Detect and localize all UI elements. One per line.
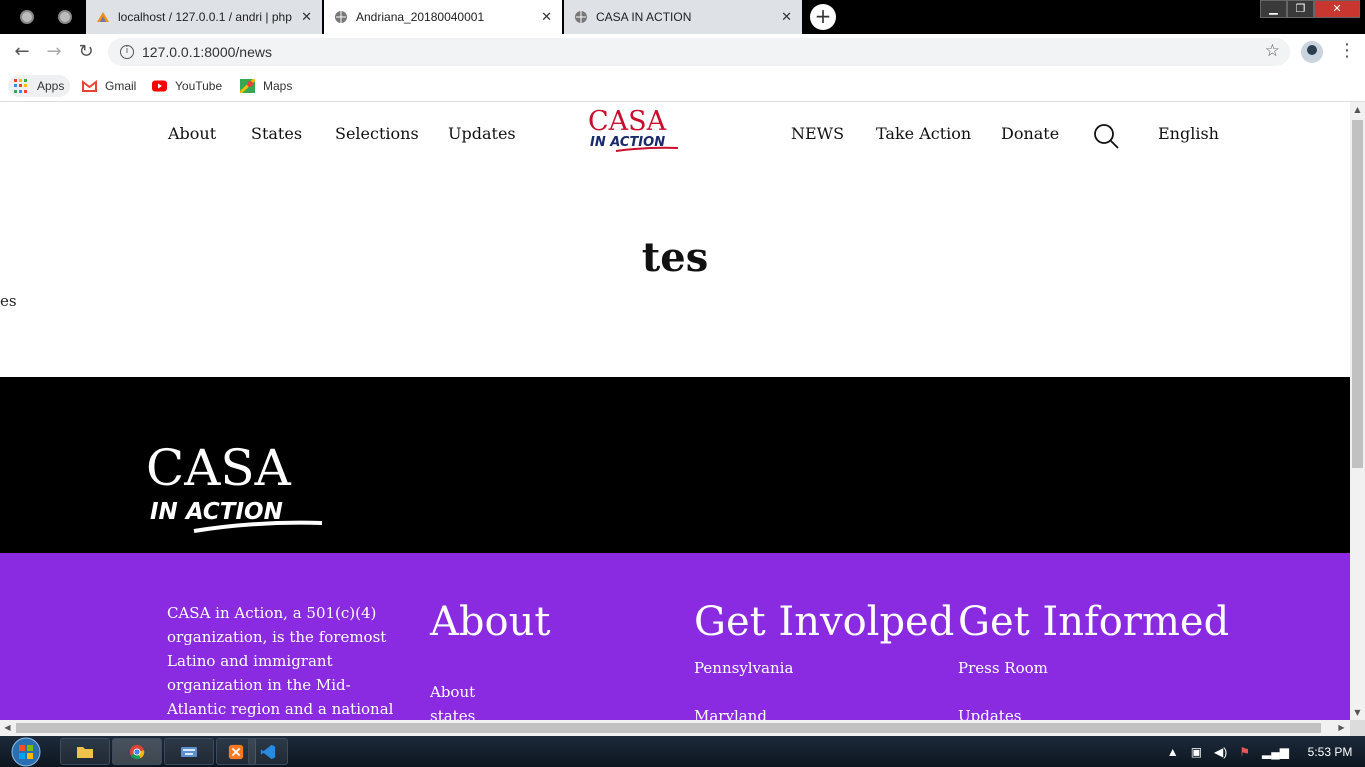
taskbar-explorer[interactable] [60,738,110,765]
nav-selections[interactable]: Selections [335,124,419,143]
scrollbar-corner [1350,720,1365,736]
footer-logo-band: CASA IN ACTION [0,377,1350,553]
bookmark-gmail[interactable]: Gmail [82,75,136,97]
info-icon[interactable]: i [120,45,134,59]
taskbar-keyboard[interactable] [164,738,214,765]
taskbar-vscode[interactable] [248,738,288,765]
youtube-icon [152,80,167,92]
bookmark-label: YouTube [175,79,223,93]
bookmark-youtube[interactable]: YouTube [152,75,222,97]
gmail-icon [82,79,97,92]
footer-logo-casa-text: CASA [146,439,292,497]
logo-casa-text: CASA [588,106,667,137]
tab-andriana[interactable]: Andriana_20180040001 ✕ [324,0,562,34]
profile-avatar[interactable] [1301,41,1323,63]
footer-description: CASA in Action, a 501(c)(4) organization… [167,604,394,718]
minimize-icon[interactable]: ▁ [1260,0,1287,18]
menu-kebab-icon[interactable]: ⋮ [1338,40,1356,61]
tray-device-icon[interactable]: ▣ [1191,745,1202,759]
tab-label: Andriana_20180040001 [356,10,485,24]
footer-logo-in-action-text: IN ACTION [150,499,283,525]
folder-icon [77,746,93,758]
scroll-down-icon[interactable]: ▼ [1350,705,1365,720]
footer-get-involved-heading: Get Involped [694,599,955,645]
scroll-up-icon[interactable]: ▲ [1350,102,1365,117]
vertical-scrollbar[interactable]: ▲ ▼ [1350,102,1365,720]
globe-icon [58,10,72,24]
body-text: tes [0,292,17,310]
keyboard-icon [181,746,197,757]
globe-icon [335,11,347,23]
page-body-text: tes [0,292,17,310]
vertical-scroll-thumb[interactable] [1352,120,1363,468]
taskbar-clock[interactable]: 5:53 PM [1295,745,1365,759]
url-text[interactable]: 127.0.0.1:8000/news [142,44,272,60]
xampp-icon [228,744,244,759]
maps-icon [240,79,255,93]
signal-bars-icon[interactable]: ▂▄▆ [1262,745,1289,759]
bookmarks-bar: Apps Gmail YouTube Maps [0,70,1365,102]
close-tab-icon[interactable]: ✕ [541,9,552,25]
nav-news[interactable]: NEWS [791,124,844,143]
nav-about[interactable]: About [168,124,216,143]
bookmark-label: Maps [263,79,293,93]
footer-link-press-room[interactable]: Press Room [958,659,1048,677]
site-navigation: About States Selections Updates CASA IN … [0,102,1350,168]
forward-arrow-icon[interactable]: → [42,40,66,64]
system-tray: ▲ ▣ ◀) ⚑ ▂▄▆ 5:53 PM [1161,736,1365,767]
nav-updates[interactable]: Updates [448,124,516,143]
nav-states[interactable]: States [251,124,302,143]
vscode-icon [260,744,276,759]
page-title: tes [641,234,709,281]
scroll-right-icon[interactable]: ▶ [1334,720,1349,736]
footer-links: CASA in Action, a 501(c)(4) organization… [0,553,1350,722]
address-bar[interactable]: i 127.0.0.1:8000/news ☆ [108,38,1290,66]
browser-tab-strip: localhost / 127.0.0.1 / andri | php ✕ An… [0,0,1365,34]
restore-icon[interactable]: ❐ [1287,0,1314,18]
network-warning-icon[interactable]: ⚑ [1239,745,1250,759]
pinned-tab-2[interactable] [50,5,80,29]
close-tab-icon[interactable]: ✕ [781,9,792,25]
globe-icon [575,11,587,23]
new-tab-button[interactable]: + [810,4,836,30]
footer-about-heading: About [430,599,551,645]
back-arrow-icon[interactable]: ← [10,40,34,64]
bookmark-apps[interactable]: Apps [8,75,71,97]
scroll-left-icon[interactable]: ◀ [0,720,15,736]
tab-label: CASA IN ACTION [596,10,692,24]
window-controls: ▁ ❐ ✕ [1260,0,1360,18]
footer-link-pennsylvania[interactable]: Pennsylvania [694,659,793,677]
chrome-icon [129,744,145,759]
close-tab-icon[interactable]: ✕ [301,9,312,25]
nav-donate[interactable]: Donate [1001,124,1059,143]
language-selector[interactable]: English [1158,124,1219,143]
search-icon[interactable] [1092,122,1120,150]
tab-casa[interactable]: CASA IN ACTION ✕ [564,0,802,34]
horizontal-scroll-thumb[interactable] [16,723,1321,733]
bookmark-label: Gmail [105,79,137,93]
windows-taskbar: ▲ ▣ ◀) ⚑ ▂▄▆ 5:53 PM [0,736,1365,767]
nav-take-action[interactable]: Take Action [876,124,971,143]
casa-in-action-logo[interactable]: CASA IN ACTION [586,104,682,156]
bookmark-star-icon[interactable]: ☆ [1265,41,1280,61]
footer-casa-logo[interactable]: CASA IN ACTION [146,439,326,535]
globe-icon [20,10,34,24]
pinned-tab-1[interactable] [12,5,42,29]
horizontal-scrollbar[interactable]: ◀ ▶ [0,720,1350,736]
apps-grid-icon [14,79,29,93]
tab-label: localhost / 127.0.0.1 / andri | php [118,10,292,24]
volume-icon[interactable]: ◀) [1214,745,1227,759]
close-window-icon[interactable]: ✕ [1314,0,1360,18]
browser-toolbar: ← → ↻ i 127.0.0.1:8000/news ☆ ⋮ [0,34,1365,70]
tab-phpmyadmin[interactable]: localhost / 127.0.0.1 / andri | php ✕ [86,0,322,34]
footer-get-informed-heading: Get Informed [958,599,1230,645]
bookmark-maps[interactable]: Maps [240,75,292,97]
windows-start-icon[interactable] [6,736,46,767]
page-viewport: About States Selections Updates CASA IN … [0,102,1350,722]
tray-expand-icon[interactable]: ▲ [1167,745,1179,759]
phpmyadmin-icon [97,12,109,22]
footer-link-about[interactable]: About [430,683,475,701]
bookmark-label: Apps [37,79,65,93]
reload-icon[interactable]: ↻ [74,40,98,64]
